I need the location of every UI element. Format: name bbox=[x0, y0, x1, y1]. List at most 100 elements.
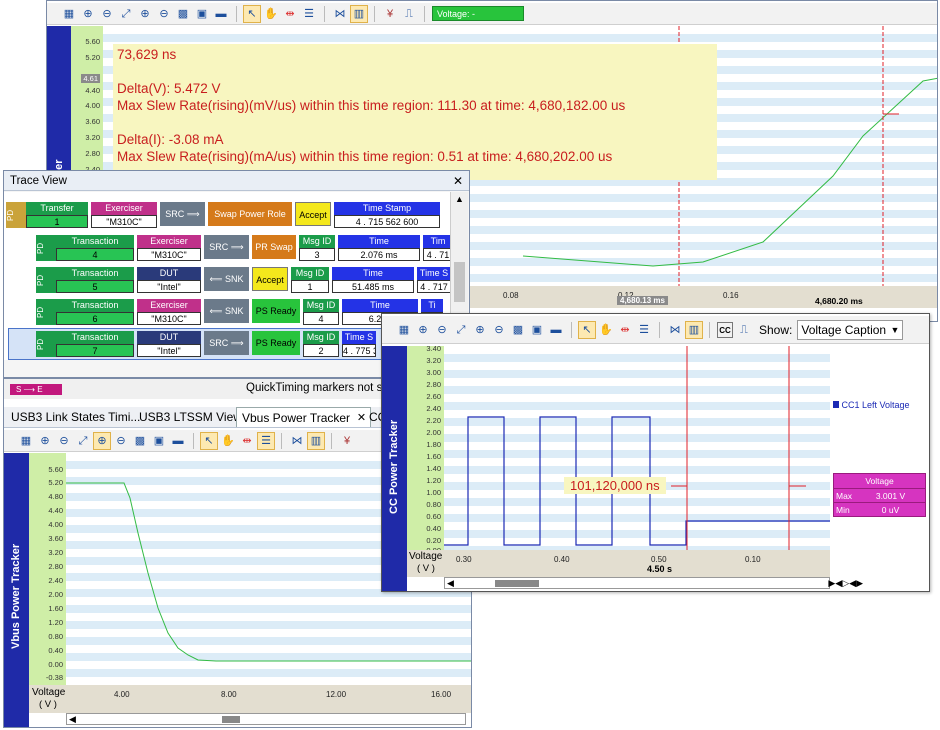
stats-title: Voltage bbox=[834, 474, 925, 488]
monitor-icon[interactable]: ▬ bbox=[213, 6, 229, 22]
device-value: "Intel" bbox=[137, 280, 201, 293]
show-select[interactable]: Voltage Caption ▼ bbox=[797, 319, 904, 340]
transaction-num: 6 bbox=[56, 312, 134, 325]
graph-icon[interactable]: ▦ bbox=[61, 6, 77, 22]
tab-usb3-link-states[interactable]: USB3 Link States Timi... bbox=[6, 407, 145, 427]
bowtie-icon[interactable]: ⋈ bbox=[667, 322, 683, 338]
stats-min-label: Min bbox=[834, 503, 856, 516]
transaction-type: Transaction bbox=[56, 299, 134, 312]
bowtie-icon[interactable]: ⋈ bbox=[332, 6, 348, 22]
monitor-icon[interactable]: ▬ bbox=[548, 322, 564, 338]
marker-icon[interactable]: ⇹ bbox=[282, 6, 298, 22]
zoom-in-icon[interactable]: ⊕ bbox=[80, 6, 96, 22]
vbus-y-axis: 5.60 5.20 4.80 4.40 4.00 3.60 3.20 2.80 … bbox=[29, 453, 66, 685]
hand-icon[interactable]: ✋ bbox=[220, 433, 236, 449]
top-toolbar: ▦ ⊕ ⊖ ⤢ ⊕ ⊖ ▩ ▣ ▬ ↖ ✋ ⇹ ☰ ⋈ ▥ ¥ ⎍ Voltag… bbox=[47, 3, 937, 25]
voltage-button[interactable]: Voltage: - bbox=[432, 6, 524, 21]
cc-plot-area[interactable]: 101,120,000 ns bbox=[444, 346, 830, 550]
image-icon[interactable]: ▣ bbox=[529, 322, 545, 338]
col-header: Time bbox=[342, 299, 418, 312]
waveform-icon[interactable]: ⎍ bbox=[401, 6, 417, 22]
zoom-out-icon[interactable]: ⊖ bbox=[56, 433, 72, 449]
zoom-out-alt-icon[interactable]: ⊖ bbox=[491, 322, 507, 338]
chart-icon[interactable]: ▥ bbox=[685, 320, 703, 339]
legend-label: CC1 Left Voltage bbox=[841, 400, 910, 410]
marker-icon[interactable]: ⇹ bbox=[239, 433, 255, 449]
tab-vbus-power-tracker[interactable]: Vbus Power Tracker ✕ bbox=[236, 407, 372, 427]
scroll-thumb[interactable] bbox=[495, 580, 539, 587]
zoom-out-icon[interactable]: ⊖ bbox=[99, 6, 115, 22]
role-label: DUT bbox=[137, 331, 201, 344]
vbus-x-axis: Voltage ( V ) 4.00 8.00 12.00 16.00 bbox=[29, 685, 471, 713]
col-header: Time bbox=[332, 267, 414, 280]
col2-header: Time S bbox=[417, 267, 451, 280]
marker-icon[interactable]: ⇹ bbox=[617, 322, 633, 338]
vbus-scrollbar[interactable]: ◀ bbox=[66, 713, 466, 725]
waveform-icon[interactable]: ⎍ bbox=[736, 322, 752, 338]
pd-tag: PD bbox=[6, 202, 26, 228]
scroll-thumb[interactable] bbox=[222, 716, 240, 723]
list-icon[interactable]: ☰ bbox=[257, 431, 275, 450]
chart-icon[interactable]: ▥ bbox=[307, 431, 325, 450]
scroll-right-icon[interactable]: ▶◀▷◀▶ bbox=[828, 578, 863, 589]
zoom-in-alt-icon[interactable]: ⊕ bbox=[472, 322, 488, 338]
zoom-out-icon[interactable]: ⊖ bbox=[434, 322, 450, 338]
trace-view-titlebar: Trace View ✕ bbox=[4, 171, 469, 191]
zoom-in-icon[interactable]: ⊕ bbox=[415, 322, 431, 338]
packet-row-transaction-5[interactable]: PD Transaction 5 DUT "Intel" ⟸ SNK Accept … bbox=[36, 267, 454, 295]
zoom-in-alt-icon[interactable]: ⊕ bbox=[93, 431, 111, 450]
y-tick: 4.00 bbox=[48, 520, 63, 529]
list-icon[interactable]: ☰ bbox=[301, 6, 317, 22]
monitor-icon[interactable]: ▬ bbox=[170, 433, 186, 449]
zoom-out-alt-icon[interactable]: ⊖ bbox=[113, 433, 129, 449]
col-value: 51.485 ms bbox=[332, 280, 414, 293]
zoom-in-icon[interactable]: ⊕ bbox=[37, 433, 53, 449]
y-tick: -0.38 bbox=[45, 673, 63, 682]
zoom-fit-icon[interactable]: ⤢ bbox=[453, 322, 469, 338]
cc-band: CC Power Tracker bbox=[382, 346, 407, 591]
tab-usb3-ltssm[interactable]: USB3 LTSSM View bbox=[134, 407, 247, 427]
list-icon[interactable]: ☰ bbox=[636, 322, 652, 338]
y-tick: 2.40 bbox=[426, 404, 441, 413]
x-tick: 0.50 bbox=[651, 555, 667, 564]
cc-icon[interactable]: CC bbox=[717, 321, 733, 338]
y-tick: 5.60 bbox=[48, 465, 63, 474]
cc-scrollbar[interactable]: ◀ ▶◀▷◀▶ bbox=[444, 577, 863, 589]
scroll-left-icon[interactable]: ◀ bbox=[447, 578, 454, 589]
hand-icon[interactable]: ✋ bbox=[263, 6, 279, 22]
zoom-fit-icon[interactable]: ⤢ bbox=[75, 433, 91, 449]
col-header: Time Stamp bbox=[334, 202, 440, 215]
y-tick: 4.00 bbox=[85, 101, 100, 110]
palette-icon[interactable]: ▩ bbox=[132, 433, 148, 449]
palette-icon[interactable]: ▩ bbox=[175, 6, 191, 22]
scroll-up-icon[interactable]: ▲ bbox=[455, 194, 464, 204]
accept-badge: Accept bbox=[295, 202, 331, 226]
scroll-left-icon[interactable]: ◀ bbox=[69, 714, 76, 725]
graph-icon[interactable]: ▦ bbox=[18, 433, 34, 449]
col2-value: 4 . 71 bbox=[423, 248, 453, 261]
packet-row-transfer[interactable]: PD Transfer 1 Exerciser "M310C" SRC ⟹ Swap… bbox=[6, 202, 443, 230]
y-tick: 0.40 bbox=[426, 524, 441, 533]
scroll-thumb[interactable] bbox=[454, 262, 465, 302]
filter-icon[interactable]: ¥ bbox=[339, 433, 355, 449]
pointer-icon[interactable]: ↖ bbox=[200, 431, 218, 450]
zoom-out-alt-icon[interactable]: ⊖ bbox=[156, 6, 172, 22]
bowtie-icon[interactable]: ⋈ bbox=[289, 433, 305, 449]
zoom-in-alt-icon[interactable]: ⊕ bbox=[137, 6, 153, 22]
info-delta-v: Delta(V): 5.472 V bbox=[117, 81, 221, 96]
palette-icon[interactable]: ▩ bbox=[510, 322, 526, 338]
chart-icon[interactable]: ▥ bbox=[350, 4, 368, 23]
close-icon[interactable]: ✕ bbox=[453, 171, 463, 191]
image-icon[interactable]: ▣ bbox=[151, 433, 167, 449]
packet-row-transaction-7[interactable]: PD Transaction 7 DUT "Intel" SRC ⟹ PS Read… bbox=[36, 331, 379, 359]
pointer-icon[interactable]: ↖ bbox=[578, 320, 596, 339]
graph-icon[interactable]: ▦ bbox=[396, 322, 412, 338]
filter-icon[interactable]: ¥ bbox=[382, 6, 398, 22]
y-tick: 1.60 bbox=[426, 452, 441, 461]
pointer-icon[interactable]: ↖ bbox=[243, 4, 261, 23]
zoom-fit-icon[interactable]: ⤢ bbox=[118, 6, 134, 22]
msg-id-label: Msg ID bbox=[303, 331, 339, 344]
image-icon[interactable]: ▣ bbox=[194, 6, 210, 22]
packet-row-transaction-4[interactable]: PD Transaction 4 Exerciser "M310C" SRC ⟹ P… bbox=[36, 235, 456, 263]
hand-icon[interactable]: ✋ bbox=[598, 322, 614, 338]
